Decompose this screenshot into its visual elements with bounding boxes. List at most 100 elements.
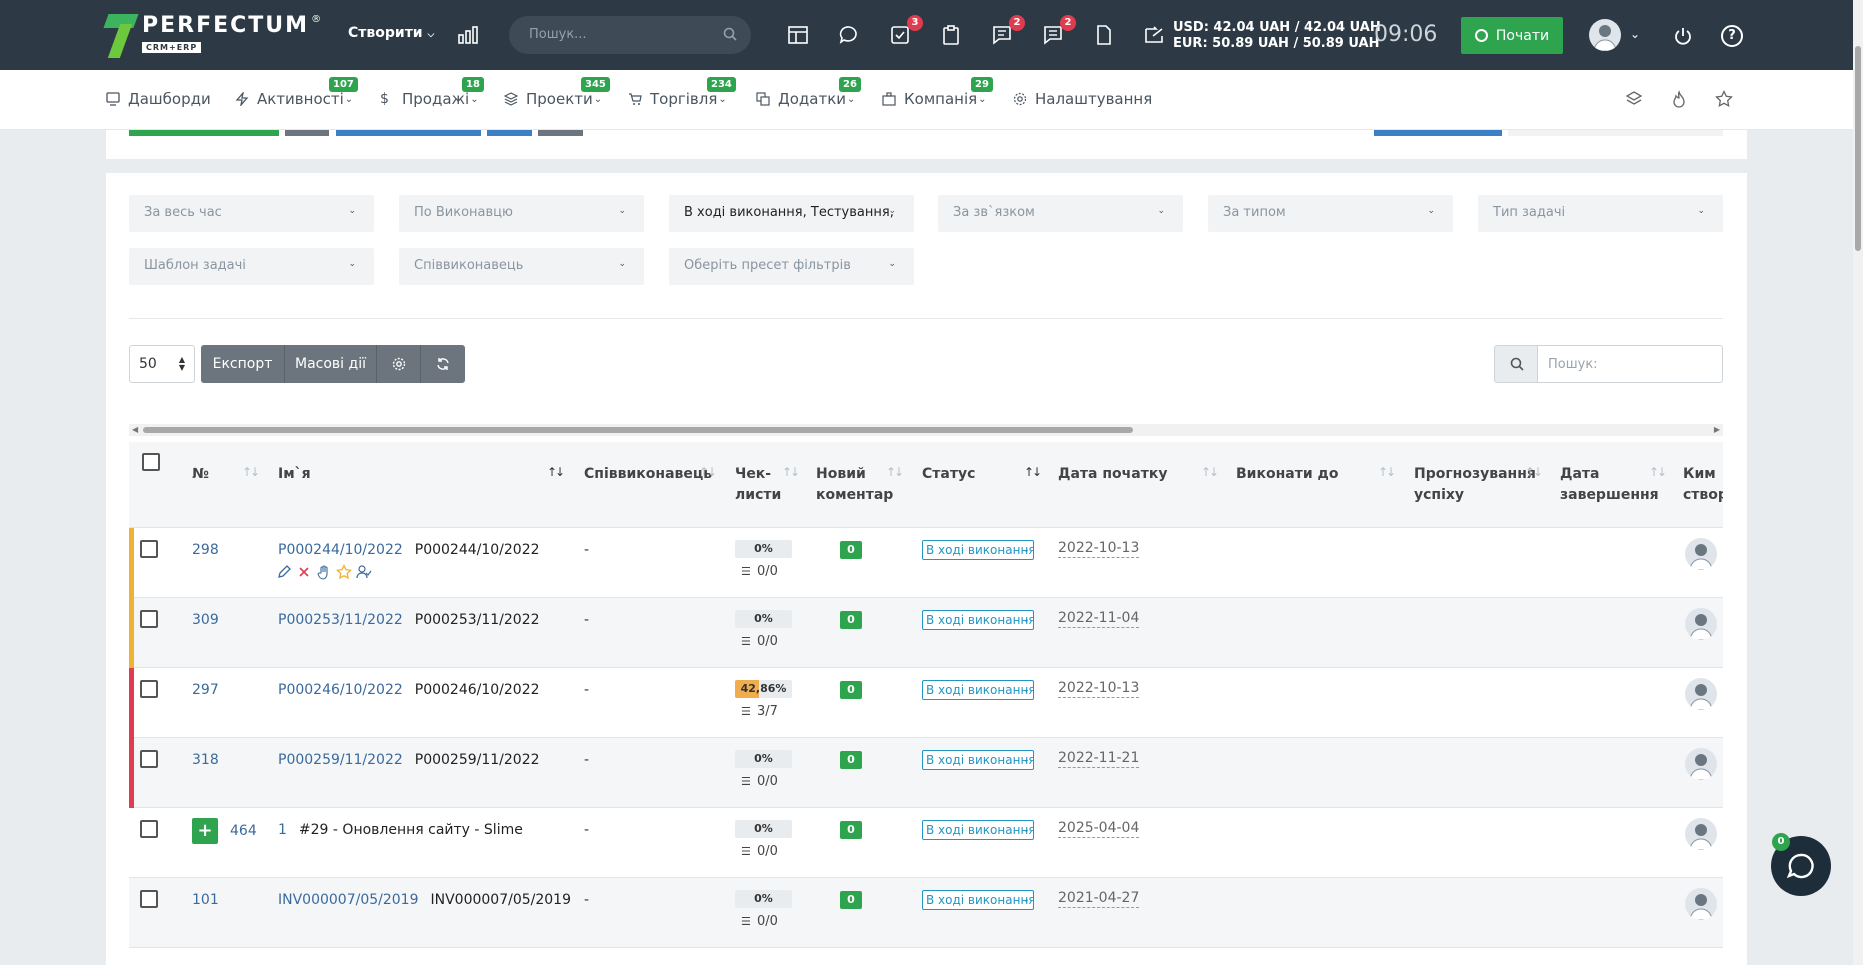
filter-status[interactable]: В ході виконання, Тестування, ⌄ xyxy=(669,195,914,232)
row-num[interactable]: 297 xyxy=(192,682,219,698)
start-date[interactable]: 2022-11-04 xyxy=(1058,609,1140,628)
filter-executor[interactable]: По Виконавцю ⌄ xyxy=(399,195,644,232)
sort-icon[interactable]: ↑↓ xyxy=(1201,465,1219,479)
status-select[interactable]: В ході виконання ⌄ xyxy=(922,540,1034,560)
bulk-actions-button[interactable]: Масові дії xyxy=(285,345,377,383)
filter-coexecutor[interactable]: Співвиконавець ⌄ xyxy=(399,248,644,285)
col-num[interactable]: № xyxy=(192,464,209,485)
start-date[interactable]: 2022-11-21 xyxy=(1058,749,1140,768)
start-timer-button[interactable]: Почати xyxy=(1461,17,1563,54)
col-end-date[interactable]: Дата завершення xyxy=(1560,464,1659,506)
nav-item-addons[interactable]: Додатки ⌄ 26 xyxy=(756,77,861,108)
creator-avatar[interactable] xyxy=(1685,748,1717,780)
fire-icon[interactable] xyxy=(1670,90,1688,108)
checklist-count[interactable]: ☰ 0/0 xyxy=(741,634,778,649)
sort-desc-icon[interactable]: ↑↓ xyxy=(1024,465,1042,479)
creator-avatar[interactable] xyxy=(1685,818,1717,850)
nav-item-trade[interactable]: Торгівля ⌄ 234 xyxy=(628,77,736,108)
row-num[interactable]: 318 xyxy=(192,752,219,768)
table-row[interactable]: 318 P000259/11/2022 P000259/11/2022 - 0% ☰ 0/0… xyxy=(129,738,1723,808)
row-code-link[interactable]: P000253/11/2022 xyxy=(278,612,403,628)
col-start-date[interactable]: Дата початку xyxy=(1058,464,1167,485)
col-due[interactable]: Виконати до xyxy=(1236,464,1338,485)
scroll-left-icon[interactable]: ◀ xyxy=(132,425,138,434)
status-select[interactable]: В ході виконання ⌄ xyxy=(922,820,1034,840)
stub-button[interactable] xyxy=(538,130,583,136)
user-avatar[interactable] xyxy=(1589,19,1621,51)
row-checkbox[interactable] xyxy=(140,680,158,698)
filter-template[interactable]: Шаблон задачі ⌄ xyxy=(129,248,374,285)
col-name[interactable]: Ім`я xyxy=(278,464,311,485)
creator-avatar[interactable] xyxy=(1685,538,1717,570)
sort-asc-icon[interactable]: ↑↓ xyxy=(547,465,565,479)
checklist-count[interactable]: ☰ 0/0 xyxy=(741,564,778,579)
checklist-count[interactable]: ☰ 0/0 xyxy=(741,774,778,789)
col-status[interactable]: Статус xyxy=(922,464,975,485)
row-num[interactable]: 298 xyxy=(192,542,219,558)
row-code-link[interactable]: P000244/10/2022 xyxy=(278,542,403,558)
horizontal-scrollbar[interactable]: ◀ ▶ xyxy=(129,424,1723,436)
comments-button[interactable]: 2 xyxy=(1042,15,1076,46)
status-select[interactable]: В ході виконання ⌄ xyxy=(922,890,1034,910)
chat-icon[interactable] xyxy=(838,24,860,46)
edit-icon[interactable] xyxy=(276,564,292,580)
col-coexecutor[interactable]: Співвиконавець xyxy=(584,464,712,485)
sort-icon[interactable]: ↑↓ xyxy=(699,465,717,479)
global-search-input[interactable]: Пошук... xyxy=(509,16,751,54)
bar-chart-icon[interactable] xyxy=(458,26,478,44)
stub-button[interactable] xyxy=(1374,130,1502,136)
exchange-icon[interactable] xyxy=(1143,24,1165,46)
table-search-button[interactable] xyxy=(1494,345,1538,383)
star-icon[interactable] xyxy=(336,564,352,580)
clipboard-icon[interactable] xyxy=(940,24,962,46)
status-select[interactable]: В ході виконання ⌄ xyxy=(922,680,1034,700)
creator-avatar[interactable] xyxy=(1685,678,1717,710)
layers-icon[interactable] xyxy=(1625,90,1643,108)
refresh-button[interactable] xyxy=(421,345,465,383)
logo[interactable]: PERFECTUM ® CRM+ERP xyxy=(103,14,321,60)
row-num[interactable]: 101 xyxy=(192,892,219,908)
vertical-scrollbar[interactable] xyxy=(1853,0,1863,965)
new-comment-badge[interactable]: 0 xyxy=(840,681,862,699)
row-code-link[interactable]: P000259/11/2022 xyxy=(278,752,403,768)
help-icon[interactable]: ? xyxy=(1721,25,1743,47)
sort-icon[interactable]: ↑↓ xyxy=(886,465,904,479)
nav-item-activities[interactable]: Активності ⌄ 107 xyxy=(235,77,358,108)
checklist-count[interactable]: ☰ 3/7 xyxy=(741,704,778,719)
table-search-input[interactable]: Пошук: xyxy=(1538,345,1723,383)
delete-icon[interactable] xyxy=(296,564,312,580)
table-row[interactable]: 298 P000244/10/2022 P000244/10/2022 - 0% ☰ 0/0… xyxy=(129,528,1723,598)
nav-item-settings[interactable]: Налаштування xyxy=(1013,90,1152,108)
row-checkbox[interactable] xyxy=(140,820,158,838)
checklist-count[interactable]: ☰ 0/0 xyxy=(741,844,778,859)
filter-type[interactable]: За типом ⌄ xyxy=(1208,195,1453,232)
filter-period[interactable]: За весь час ⌄ xyxy=(129,195,374,232)
start-date[interactable]: 2022-10-13 xyxy=(1058,679,1140,698)
scrollbar-thumb[interactable] xyxy=(143,427,1133,433)
filter-preset[interactable]: Оберіть пресет фільтрів ⌄ xyxy=(669,248,914,285)
scroll-right-icon[interactable]: ▶ xyxy=(1714,425,1720,434)
calendar-icon[interactable] xyxy=(787,24,809,46)
new-comment-badge[interactable]: 0 xyxy=(840,821,862,839)
chat-widget-button[interactable]: 0 xyxy=(1771,833,1831,896)
row-code-link[interactable]: INV000007/05/2019 xyxy=(278,892,419,908)
start-date[interactable]: 2022-10-13 xyxy=(1058,539,1140,558)
filter-relation[interactable]: За зв`язком ⌄ xyxy=(938,195,1183,232)
hand-icon[interactable] xyxy=(316,564,332,580)
new-comment-badge[interactable]: 0 xyxy=(840,751,862,769)
sort-icon[interactable]: ↑↓ xyxy=(242,465,260,479)
col-new-comment[interactable]: Новий коментар xyxy=(816,464,893,506)
row-checkbox[interactable] xyxy=(140,610,158,628)
row-num[interactable]: 464 xyxy=(230,823,257,839)
creator-avatar[interactable] xyxy=(1685,608,1717,640)
nav-item-dashboards[interactable]: Дашборди xyxy=(106,90,211,108)
power-icon[interactable] xyxy=(1673,26,1693,46)
page-size-select[interactable]: 50 ▲ ▼ xyxy=(129,345,195,383)
row-checkbox[interactable] xyxy=(140,750,158,768)
stub-button[interactable] xyxy=(285,130,329,136)
sort-icon[interactable]: ↑↓ xyxy=(1378,465,1396,479)
nav-item-company[interactable]: Компанія ⌄ 29 xyxy=(882,77,993,108)
row-checkbox[interactable] xyxy=(140,540,158,558)
start-date[interactable]: 2025-04-04 xyxy=(1058,819,1140,838)
create-menu-button[interactable]: Створити ⌵ xyxy=(348,25,434,41)
